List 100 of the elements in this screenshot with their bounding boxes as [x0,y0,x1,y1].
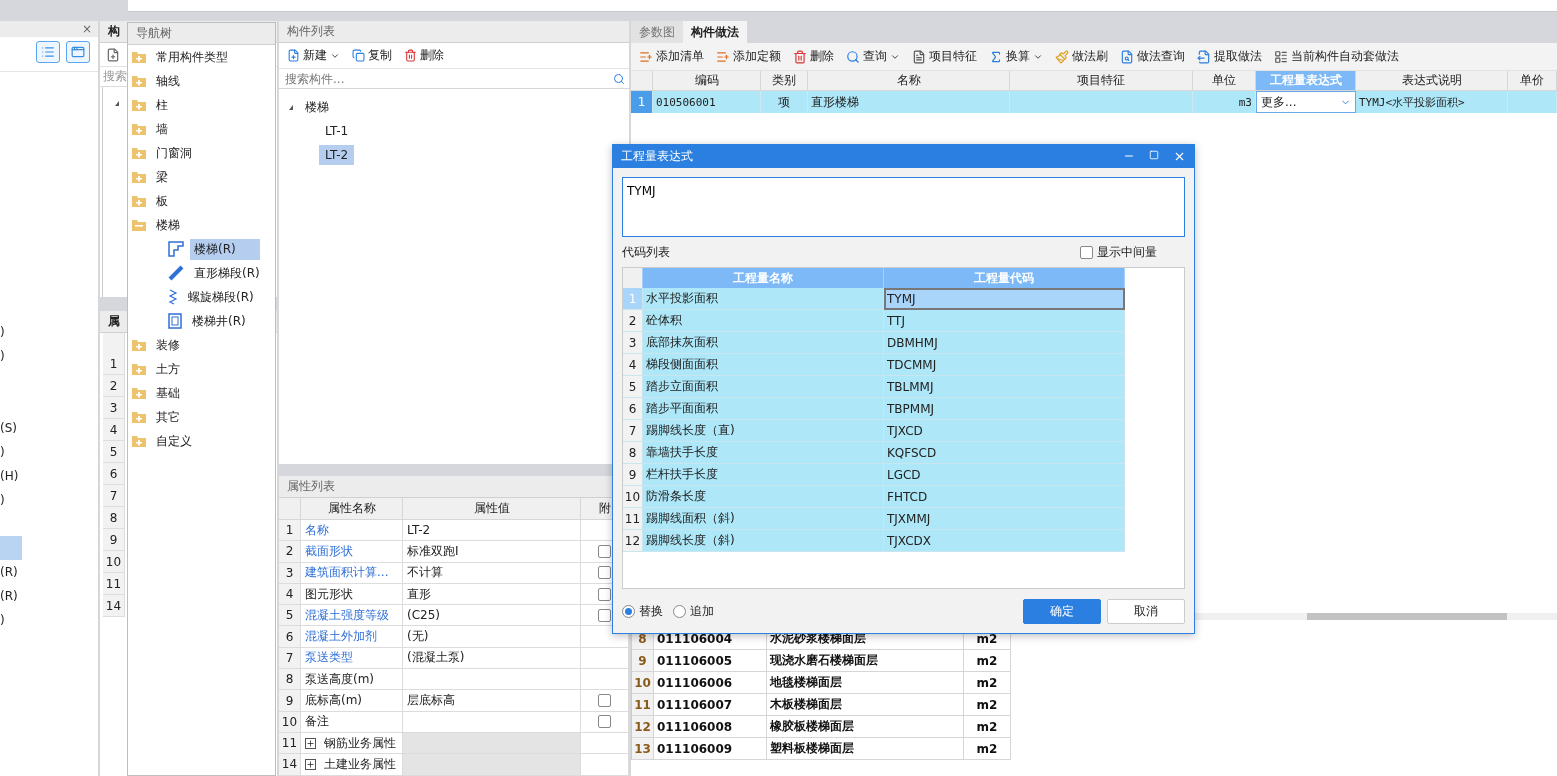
table-cell[interactable]: 靠墙扶手长度 [643,442,884,464]
search-field[interactable]: 搜索构件... [283,70,613,87]
cancel-button[interactable]: 取消 [1107,598,1185,624]
property-value[interactable]: 不计算 [403,562,581,584]
tree-node[interactable]: 土方 [152,358,184,380]
expression-field[interactable]: TYMJ [622,177,1185,237]
tree-node[interactable]: 梁 [152,166,172,188]
list-item[interactable]: (S) [0,421,17,435]
tree-node[interactable]: 直形梯段(R) [190,262,264,284]
table-cell[interactable]: 踢脚线面积（斜) [643,508,884,530]
search-icon[interactable] [613,72,625,85]
property-value[interactable]: 直形 [403,583,581,606]
tab[interactable]: 参数图 [631,21,683,43]
close-icon[interactable] [1173,150,1186,163]
tree-node[interactable]: 常用构件类型 [152,46,232,68]
toolbar-button[interactable]: 提取做法 [1193,46,1266,67]
tab[interactable]: 构件做法 [683,21,747,43]
column-header[interactable]: 编码 [653,71,761,91]
list-view-button[interactable] [36,41,60,63]
tree-node[interactable]: 装修 [152,334,184,356]
expand-icon[interactable] [305,758,316,770]
tree-node[interactable]: 柱 [152,94,172,116]
table-cell[interactable]: 砼体积 [643,310,884,332]
column-header[interactable]: 项目特征 [1010,71,1193,91]
column-header[interactable]: 单位 [1193,71,1256,91]
table-cell[interactable]: TJXMMJ [884,508,1125,530]
expand-icon[interactable] [305,737,316,749]
tree-node[interactable]: LT-1 [319,121,355,141]
table-cell[interactable]: 踏步平面面积 [643,398,884,420]
tree-node[interactable]: 基础 [152,382,184,404]
tree-node[interactable]: 楼梯 [152,214,184,236]
table-cell[interactable]: TJXCD [884,420,1125,442]
toolbar-button[interactable]: 添加定额 [712,46,785,67]
list-item[interactable]: (R) [0,589,18,603]
property-value[interactable]: LT-2 [403,520,581,542]
tree-node[interactable]: 楼梯井(R) [188,310,250,332]
checkbox[interactable] [598,544,611,558]
table-cell[interactable]: KQFSCD [884,442,1125,464]
confirm-button[interactable]: 确定 [1023,598,1101,624]
table-cell[interactable]: 栏杆扶手长度 [643,464,884,486]
toolbar-button[interactable]: 项目特征 [908,46,981,67]
table-cell[interactable]: TYMJ [884,288,1125,310]
table-cell[interactable] [403,732,581,755]
list-item[interactable]: (R) [0,565,18,579]
property-value[interactable]: 标准双跑I [403,541,581,563]
table-cell[interactable]: TDCMMJ [884,354,1125,376]
checkbox[interactable] [598,566,611,580]
table-cell[interactable]: 水平投影面积 [643,288,884,310]
column-header[interactable]: 单价 [1508,71,1557,91]
table-cell[interactable]: TTJ [884,310,1125,332]
tree-node[interactable]: 墙 [152,118,172,140]
property-value[interactable]: (C25) [403,605,581,627]
table-cell[interactable]: LGCD [884,464,1125,486]
toolbar-button[interactable]: 删除 [789,46,838,67]
new-file-icon[interactable] [106,47,120,62]
checkbox[interactable] [598,715,611,729]
table-cell[interactable] [403,754,581,776]
tree-node[interactable]: 楼梯(R) [190,238,260,260]
table-cell[interactable] [403,669,581,691]
column-header[interactable]: 类别 [761,71,808,91]
list-item[interactable]: ) [0,493,5,507]
list-item[interactable]: ) [0,325,5,339]
close-icon[interactable]: × [79,21,94,37]
tree-node[interactable]: 板 [152,190,172,212]
table-cell[interactable]: 踏步立面面积 [643,376,884,398]
table-cell[interactable]: 梯段侧面面积 [643,354,884,376]
toolbar-button[interactable]: 添加清单 [635,46,708,67]
list-item[interactable]: (H) [0,469,19,483]
tree-node[interactable]: 门窗洞 [152,142,196,164]
table-cell[interactable]: 踢脚线长度（直) [643,420,884,442]
checkbox[interactable] [598,694,611,707]
toolbar-button[interactable]: 做法刷 [1051,46,1112,67]
list-item[interactable]: ) [0,613,5,627]
column-header[interactable]: 名称 [808,71,1010,91]
tree-node[interactable]: 轴线 [152,70,184,92]
toolbar-button[interactable]: 复制 [348,45,396,66]
tree-node[interactable]: LT-2 [319,145,355,165]
toolbar-button[interactable]: 当前构件自动套做法 [1270,46,1403,67]
table-cell[interactable]: TJXCDX [884,530,1125,552]
toolbar-button[interactable]: 新建 [283,45,344,66]
tree-node[interactable]: 其它 [152,406,184,428]
table-cell[interactable]: 底部抹灰面积 [643,332,884,354]
window-view-button[interactable] [66,41,90,63]
checkbox[interactable] [598,608,611,622]
table-cell[interactable]: 踢脚线长度（斜) [643,530,884,552]
list-item[interactable]: ) [0,349,5,363]
toolbar-button[interactable]: 查询 [842,46,904,67]
table-cell[interactable]: TBPMMJ [884,398,1125,420]
tree-node[interactable]: 楼梯 [299,95,335,119]
expanded-triangle-icon[interactable] [289,104,293,110]
radio-option[interactable]: 追加 [673,602,714,620]
dropdown[interactable]: 更多... [1256,91,1356,113]
checkbox[interactable] [598,587,611,601]
table-cell[interactable]: TBLMMJ [884,376,1125,398]
table-cell[interactable]: 防滑条长度 [643,486,884,508]
tree-node[interactable]: 螺旋梯段(R) [184,286,258,308]
toolbar-button[interactable]: 换算 [985,46,1047,67]
scrollbar[interactable] [1307,613,1507,620]
property-value[interactable]: (混凝土泵) [403,647,581,670]
tree-node[interactable]: 自定义 [152,430,196,452]
